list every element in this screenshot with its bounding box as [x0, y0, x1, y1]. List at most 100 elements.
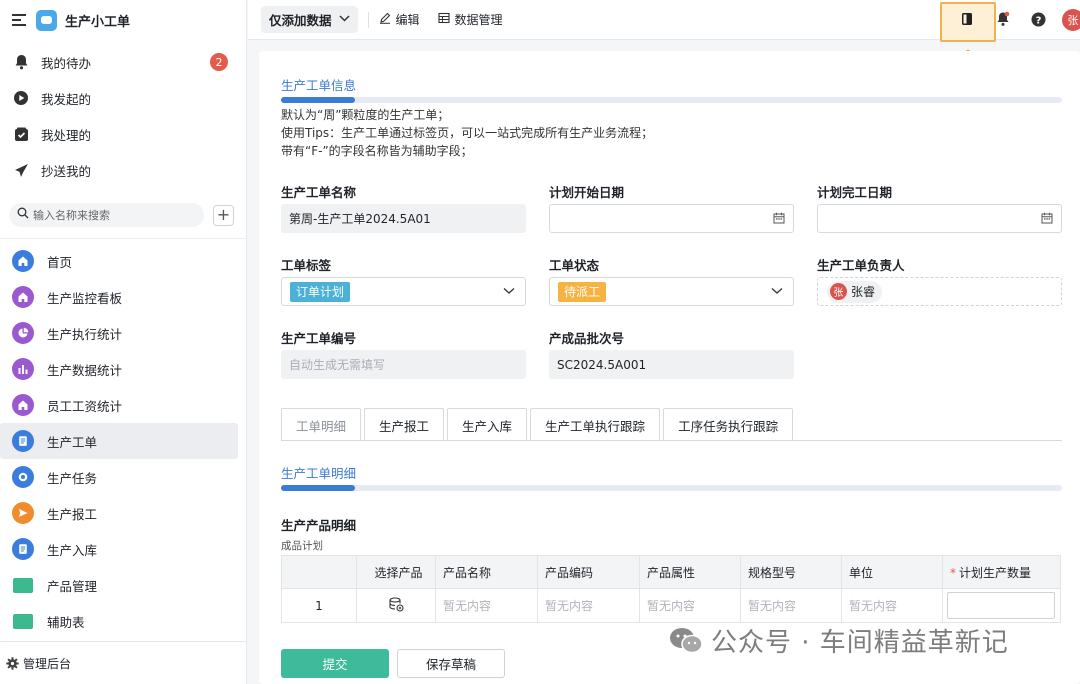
select-product-cell[interactable]: [356, 588, 436, 623]
tab-work-report[interactable]: 生产报工: [364, 408, 445, 441]
tabs-underline: [281, 440, 1062, 441]
table-icon: [437, 12, 455, 27]
owner-field[interactable]: 张 张睿: [817, 277, 1062, 306]
book-icon[interactable]: [960, 12, 974, 30]
svg-text:?: ?: [1036, 15, 1042, 26]
send-icon: [12, 502, 34, 524]
owner-avatar: 张: [830, 283, 847, 300]
watermark-text: 公众号 · 车间精益革新记: [711, 628, 1009, 658]
sidebar-item-3[interactable]: 生产执行统计: [0, 315, 238, 351]
gear-icon: [6, 656, 19, 670]
home-icon: [12, 286, 34, 308]
data-manage-button[interactable]: 数据管理: [437, 11, 503, 28]
data-manage-label: 数据管理: [454, 13, 503, 27]
app-menu: 首页生产监控看板生产执行统计生产数据统计员工工资统计 生产工单生产任务生产报工 生产…: [0, 239, 246, 639]
notification-bell-icon[interactable]: [996, 11, 1010, 31]
sidebar-item-label: 员工工资统计: [47, 398, 123, 414]
save-draft-button[interactable]: 保存草稿: [397, 649, 505, 678]
nav-cc[interactable]: 抄送我的: [0, 152, 246, 188]
sidebar-item-5[interactable]: 员工工资统计: [0, 387, 238, 423]
form-description: 默认为“周”颗粒度的生产工单； 使用Tips：生产工单通过标签页，可以一站式完成…: [281, 106, 653, 160]
sidebar-item-label: 生产工单: [47, 434, 98, 450]
watermark: 公众号 · 车间精益革新记: [669, 622, 1009, 659]
sidebar-header: 生产小工单: [0, 0, 246, 40]
nav-handled[interactable]: 我处理的: [0, 116, 246, 152]
send-icon: [12, 161, 30, 179]
batch-no-label: 产成品批次号: [549, 331, 625, 346]
help-icon[interactable]: ?: [1031, 12, 1046, 31]
column-header: 规格型号: [740, 555, 842, 589]
nav-my-todo[interactable]: 我的待办 2: [0, 44, 246, 80]
todo-count-badge: 2: [210, 53, 228, 71]
admin-backend-label: 管理后台: [23, 656, 72, 671]
search-box[interactable]: [9, 203, 204, 227]
product-spec-cell: 暂无内容: [740, 588, 842, 623]
batch-no-field[interactable]: SC2024.5A001: [549, 350, 794, 379]
product-table: 选择产品 产品名称 产品编码 产品属性 规格型号 单位 * 计划生产数量 1 暂无…: [281, 555, 1061, 623]
sidebar-item-1[interactable]: 首页: [0, 243, 238, 279]
product-table-subtitle: 成品计划: [281, 540, 323, 552]
column-header: 产品名称: [435, 555, 538, 589]
bar-chart-icon: [12, 358, 34, 380]
sidebar-item-label: 生产任务: [47, 470, 98, 486]
start-date-field[interactable]: [549, 204, 794, 233]
sidebar-item-2[interactable]: 生产监控看板: [0, 279, 238, 315]
tab-order-detail[interactable]: 工单明细: [281, 408, 362, 441]
sidebar-item-7[interactable]: 生产任务: [0, 459, 238, 495]
tab-order-tracking[interactable]: 生产工单执行跟踪: [530, 408, 661, 441]
wechat-icon: [669, 627, 703, 655]
nav-label: 我的待办: [41, 55, 92, 71]
order-status-select[interactable]: 待派工: [549, 277, 794, 306]
sidebar-item-label: 产品管理: [47, 578, 98, 594]
tab-warehousing[interactable]: 生产入库: [447, 408, 528, 441]
owner-chip[interactable]: 张 张睿: [827, 280, 883, 303]
owner-name: 张睿: [851, 285, 876, 299]
sidebar-item-11[interactable]: 辅助表: [0, 603, 238, 639]
description-line: 使用Tips：生产工单通过标签页，可以一站式完成所有生产业务流程；: [281, 126, 654, 140]
user-avatar[interactable]: 张: [1062, 9, 1080, 31]
product-code-cell: 暂无内容: [537, 588, 640, 623]
search-row: +: [0, 195, 246, 235]
chevron-down-icon: [338, 14, 350, 25]
tab-process-tracking[interactable]: 工序任务执行跟踪: [663, 408, 794, 441]
database-select-icon[interactable]: [388, 596, 404, 615]
search-input[interactable]: [33, 208, 193, 222]
order-tag-label: 工单标签: [281, 258, 332, 273]
order-tag-select[interactable]: 订单计划: [281, 277, 526, 306]
admin-backend-link[interactable]: 管理后台: [0, 641, 246, 684]
home-icon: [12, 394, 34, 416]
sidebar-item-8[interactable]: 生产报工: [0, 495, 238, 531]
detail-tabs: 工单明细 生产报工 生产入库 生产工单执行跟踪 工序任务执行跟踪: [281, 408, 796, 441]
nav-initiated[interactable]: 我发起的: [0, 80, 246, 116]
sidebar-item-label: 生产执行统计: [47, 326, 123, 342]
add-menu-button[interactable]: +: [213, 204, 234, 226]
planned-quantity-input[interactable]: [947, 592, 1055, 619]
sidebar: 生产小工单 我的待办 2 我发起的 我处理的 抄送我的 +: [0, 0, 247, 684]
column-header: 产品属性: [639, 555, 741, 589]
order-status-chip: 待派工: [558, 281, 607, 302]
play-circle-icon: [12, 89, 30, 107]
order-name-label: 生产工单名称: [281, 185, 357, 200]
order-name-field[interactable]: 第周-生产工单2024.5A01: [281, 204, 526, 233]
chevron-down-icon: [503, 284, 515, 298]
table-row: 1 暂无内容 暂无内容 暂无内容 暂无内容 暂无内容: [281, 588, 1061, 623]
sidebar-item-9[interactable]: 生产入库: [0, 531, 238, 567]
top-toolbar: 仅添加数据 编辑 数据管理 ? 张: [248, 0, 1080, 117]
submit-button[interactable]: 提交: [281, 649, 389, 678]
search-icon: [17, 207, 29, 223]
sidebar-item-10[interactable]: 产品管理: [0, 567, 238, 603]
form-panel: 生产工单信息 默认为“周”颗粒度的生产工单； 使用Tips：生产工单通过标签页，…: [259, 51, 1080, 684]
inbox-check-icon: [12, 125, 30, 143]
plus-icon: +: [216, 205, 231, 224]
view-mode-select[interactable]: 仅添加数据: [261, 6, 358, 33]
column-header: 产品编码: [537, 555, 640, 589]
sidebar-item-4[interactable]: 生产数据统计: [0, 351, 238, 387]
order-code-field: 自动生成无需填写: [281, 350, 526, 379]
sidebar-item-label: 辅助表: [47, 614, 85, 630]
end-date-field[interactable]: [817, 204, 1062, 233]
edit-button[interactable]: 编辑: [379, 11, 420, 28]
sidebar-item-6[interactable]: 生产工单: [0, 423, 238, 459]
hamburger-menu-icon[interactable]: [12, 14, 26, 26]
column-header: 单位: [841, 555, 943, 589]
sidebar-item-label: 首页: [47, 254, 73, 270]
